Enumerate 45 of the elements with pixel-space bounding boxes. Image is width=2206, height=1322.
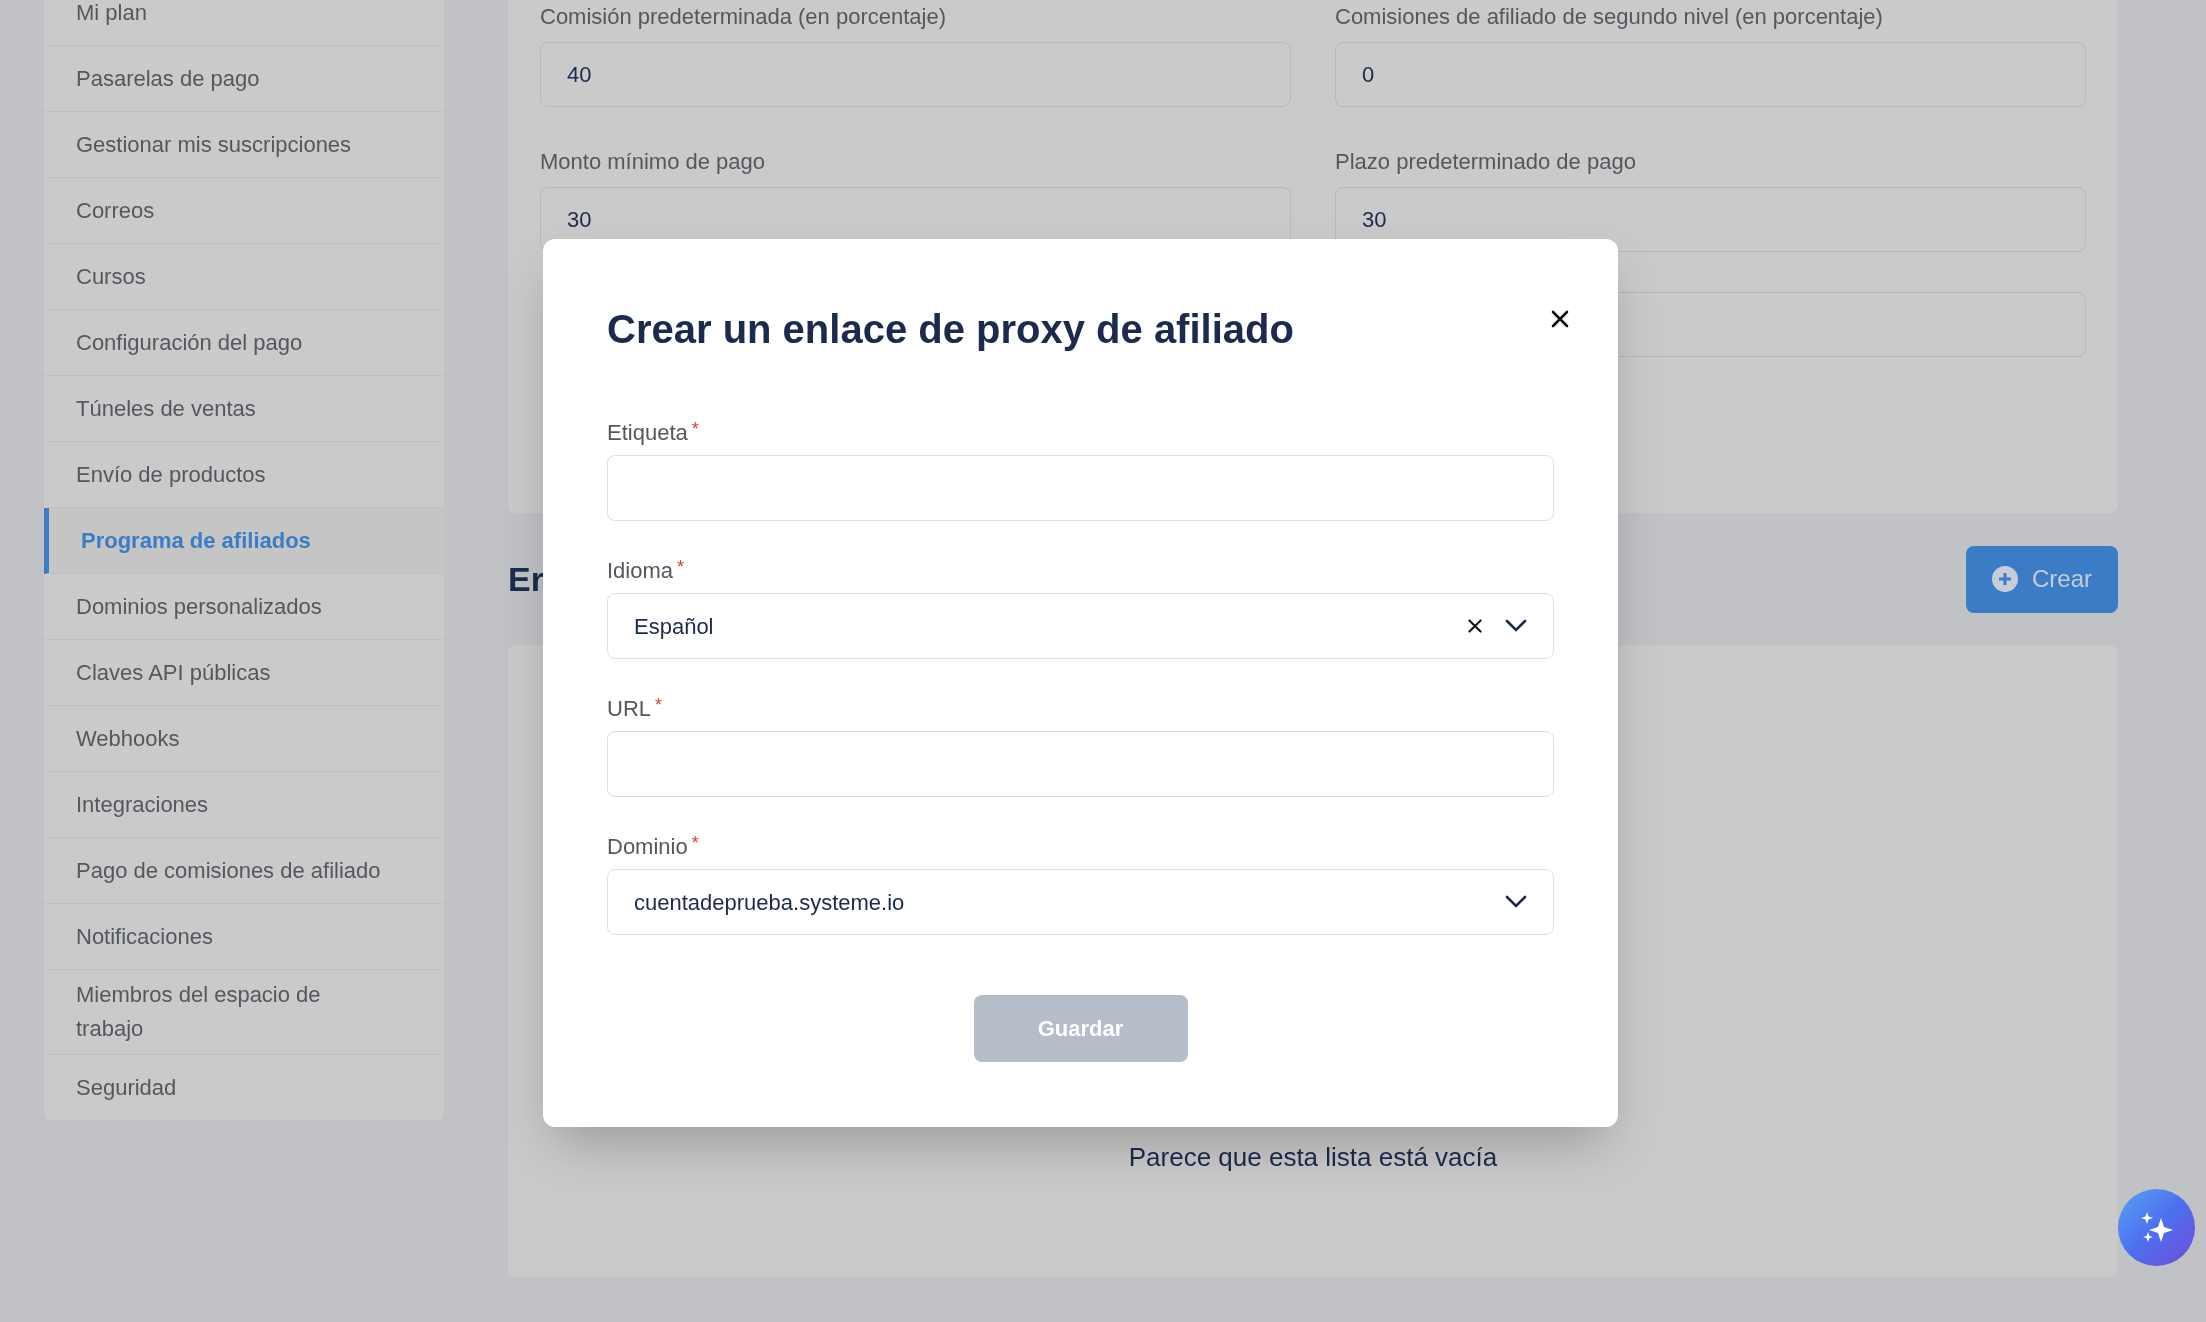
number-field[interactable]: 40 xyxy=(540,42,1291,107)
field-label: URL xyxy=(607,695,651,723)
required-mark: * xyxy=(655,695,663,715)
chevron-down-icon xyxy=(1505,895,1527,909)
sidebar-item[interactable]: Claves API públicas xyxy=(44,640,444,706)
sidebar-item[interactable]: Notificaciones xyxy=(44,904,444,970)
select-value: cuentadeprueba.systeme.io xyxy=(634,888,906,917)
required-mark: * xyxy=(677,557,685,577)
sidebar-item[interactable]: Mi plan xyxy=(44,0,444,46)
sidebar-item[interactable]: Correos xyxy=(44,178,444,244)
text-field[interactable] xyxy=(607,455,1554,521)
number-field[interactable]: 0 xyxy=(1335,42,2086,107)
sidebar-item[interactable]: Túneles de ventas xyxy=(44,376,444,442)
modal-title: Crear un enlace de proxy de afiliado xyxy=(607,306,1294,353)
sidebar-item[interactable]: Pago de comisiones de afiliado xyxy=(44,838,444,904)
sidebar-item[interactable]: Cursos xyxy=(44,244,444,310)
sidebar-item[interactable]: Integraciones xyxy=(44,772,444,838)
create-button[interactable]: Crear xyxy=(1966,545,2118,613)
field-label: Comisión predeterminada (en porcentaje) xyxy=(540,3,947,31)
sidebar-item[interactable]: Webhooks xyxy=(44,706,444,772)
sidebar-item[interactable]: Seguridad xyxy=(44,1055,444,1121)
field-label: Comisiones de afiliado de segundo nivel (en porcentaje) xyxy=(1335,3,1884,31)
select-value: Español xyxy=(634,612,715,641)
field-label: Idioma xyxy=(607,557,674,585)
clear-icon[interactable] xyxy=(1467,618,1483,634)
sidebar-item[interactable]: Programa de afiliados xyxy=(44,508,444,574)
chevron-down-icon xyxy=(1505,619,1527,633)
required-mark: * xyxy=(691,833,699,853)
text-field[interactable] xyxy=(607,731,1554,797)
sidebar-item[interactable]: Gestionar mis suscripciones xyxy=(44,112,444,178)
plus-circle-icon xyxy=(1992,566,2018,592)
sidebar-item[interactable]: Dominios personalizados xyxy=(44,574,444,640)
sidebar-item[interactable]: Pasarelas de pago xyxy=(44,46,444,112)
field-label: Plazo predeterminado de pago xyxy=(1335,148,1637,176)
required-mark: * xyxy=(691,419,699,439)
sidebar-item[interactable]: Miembros del espacio de trabajo xyxy=(44,970,444,1055)
section-heading: Er xyxy=(508,558,544,600)
field-label: Dominio xyxy=(607,833,688,861)
field-label: Monto mínimo de pago xyxy=(540,148,767,176)
close-icon[interactable] xyxy=(1550,309,1570,329)
field-label: Etiqueta xyxy=(607,419,688,447)
select-field[interactable]: cuentadeprueba.systeme.io xyxy=(607,869,1554,935)
select-field[interactable]: Español xyxy=(607,593,1554,659)
sidebar-item[interactable]: Configuración del pago xyxy=(44,310,444,376)
empty-list-message: Parece que esta lista está vacía xyxy=(1128,1141,1498,1174)
